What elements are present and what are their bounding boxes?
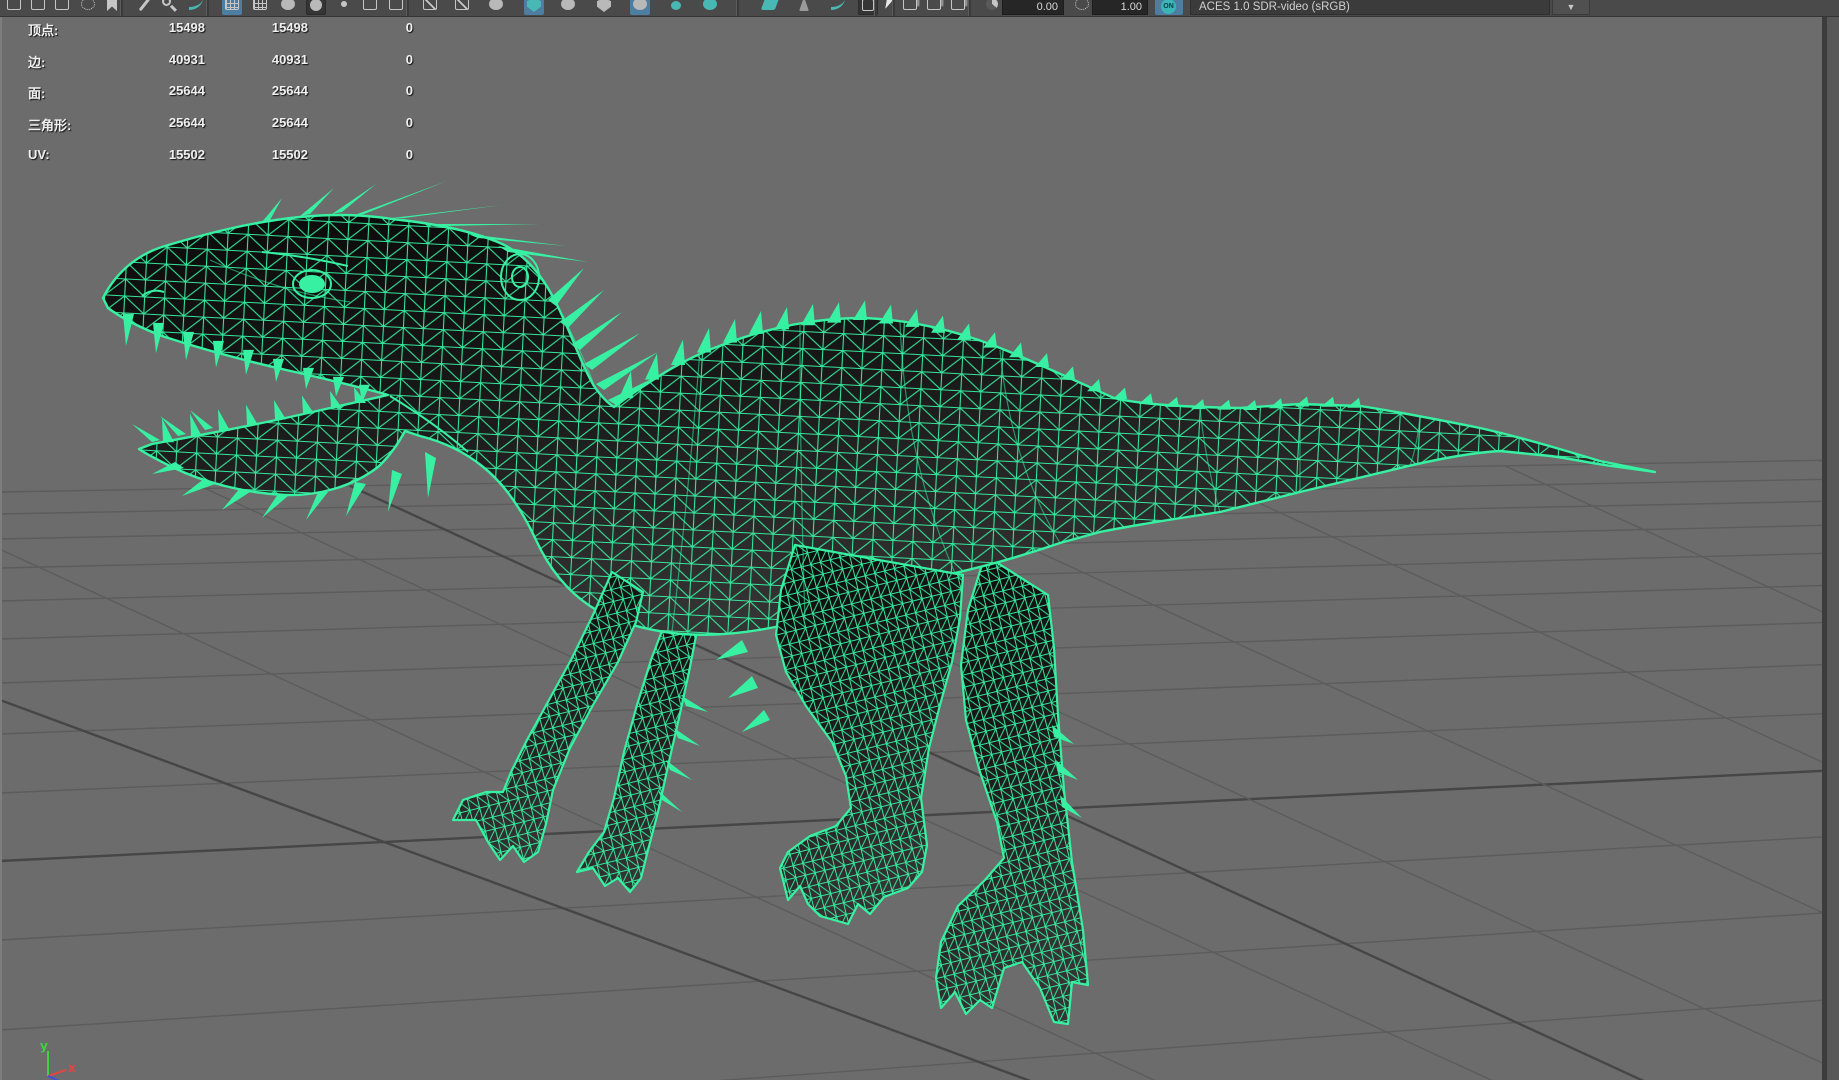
hud-row: 边: 40931 40931 0: [0, 51, 430, 70]
snap-projected-center-icon[interactable]: [306, 0, 326, 15]
construction-cube-blue-icon[interactable]: [452, 0, 472, 15]
scale-value-field[interactable]: 1.00: [1092, 0, 1148, 15]
x-axis-label: x: [68, 1061, 76, 1075]
snap-to-view-plane-icon[interactable]: [334, 0, 354, 15]
hud-value: 15502: [271, 146, 308, 162]
curve-snap-icon[interactable]: [828, 0, 848, 15]
on-toggle-icon: ON: [1161, 0, 1176, 14]
rotate-snap-icon[interactable]: [1072, 0, 1092, 15]
snap-to-curve-icon[interactable]: [250, 0, 270, 15]
checker-sphere-icon[interactable]: [558, 0, 578, 15]
pie-chart-icon[interactable]: [982, 0, 1002, 15]
hud-value: 25644: [168, 83, 205, 99]
toolbar-separator: [406, 0, 409, 16]
hud-value: 15498: [271, 20, 308, 35]
hud-label: 边:: [28, 54, 46, 70]
color-management-on-toggle[interactable]: ON: [1155, 0, 1183, 15]
panel-edge-strip: [1827, 16, 1839, 1080]
y-axis-label: y: [40, 1039, 48, 1053]
toolbar-separator: [120, 0, 123, 16]
snap-to-grid-icon[interactable]: [222, 0, 242, 15]
lighting-bulb-icon[interactable]: [666, 0, 686, 15]
hud-value: 0: [405, 146, 413, 162]
snap-value-field[interactable]: 0.00: [1002, 0, 1064, 15]
duplicate-icon[interactable]: [948, 0, 968, 15]
paste-icon[interactable]: [924, 0, 944, 15]
toolbar-separator: [206, 0, 209, 16]
hud-value: 40931: [271, 51, 308, 67]
pencil-edit-icon[interactable]: [134, 0, 154, 15]
hud-value: 25644: [168, 115, 205, 131]
hud-row: UV: 15502 15502 0: [0, 147, 430, 163]
dinosaur-wireframe-model: [101, 181, 1657, 1026]
hud-value: 15502: [168, 146, 205, 162]
hud-value: 0: [405, 115, 413, 131]
hud-value: 0: [405, 83, 413, 99]
perspective-viewport[interactable]: y x z: [0, 16, 1839, 1080]
hud-value: 25644: [271, 83, 308, 99]
input-connections-icon[interactable]: [386, 0, 406, 15]
hud-row: 顶点: 15498 15498 0: [0, 20, 430, 38]
status-line-toolbar: 0.00 1.00 ON ACES 1.0 SDR-video (sRGB) ▼: [0, 0, 1839, 17]
hud-value: 40931: [168, 51, 205, 67]
search-magnifier-icon[interactable]: [160, 0, 180, 15]
bookmark-icon[interactable]: [102, 0, 122, 15]
hud-label: 面:: [28, 86, 46, 102]
select-cursor-icon[interactable]: [880, 0, 900, 15]
hud-row: 面: 25644 25644 0: [0, 83, 430, 102]
hud-value: 15498: [168, 20, 205, 35]
chevron-down-icon[interactable]: ▼: [1552, 0, 1590, 15]
axis-gizmo: y x z: [40, 1039, 76, 1080]
make-live-icon[interactable]: [360, 0, 380, 15]
cube-shield-icon[interactable]: [594, 0, 614, 15]
sculpt-hand-icon[interactable]: [760, 0, 780, 15]
toolbar-separator: [736, 0, 739, 16]
viewport-scene: y x z: [0, 181, 1839, 1080]
shaded-sphere-icon[interactable]: [700, 0, 720, 15]
snap-to-point-icon[interactable]: [278, 0, 298, 15]
file-open-icon[interactable]: [28, 0, 48, 15]
color-space-dropdown[interactable]: ACES 1.0 SDR-video (sRGB): [1190, 0, 1550, 15]
construction-history-shield-icon[interactable]: [524, 0, 544, 15]
hud-row: 三角形: 25644 25644 0: [0, 115, 430, 133]
hud-label: UV:: [28, 146, 50, 162]
toolbar-separator: [892, 0, 895, 16]
toolbar-separator: [968, 0, 971, 16]
viewport-left-border: [0, 16, 2, 1080]
hud-value: 0: [405, 51, 413, 67]
textured-display-sphere-icon[interactable]: [630, 0, 650, 15]
construction-cube-icon[interactable]: [420, 0, 440, 15]
toolbar-separator: [874, 0, 877, 16]
hud-value: 0: [405, 20, 413, 35]
copy-icon[interactable]: [900, 0, 920, 15]
hud-label: 顶点:: [28, 23, 59, 38]
file-save-icon[interactable]: [52, 0, 72, 15]
render-sphere-icon[interactable]: [486, 0, 506, 15]
settings-gear-icon[interactable]: [78, 0, 98, 15]
eye: [299, 275, 325, 293]
file-new-icon[interactable]: [4, 0, 24, 15]
hud-value: 25644: [271, 115, 308, 131]
soft-select-cone-icon[interactable]: [794, 0, 814, 15]
pick-hook-icon[interactable]: [186, 0, 206, 15]
